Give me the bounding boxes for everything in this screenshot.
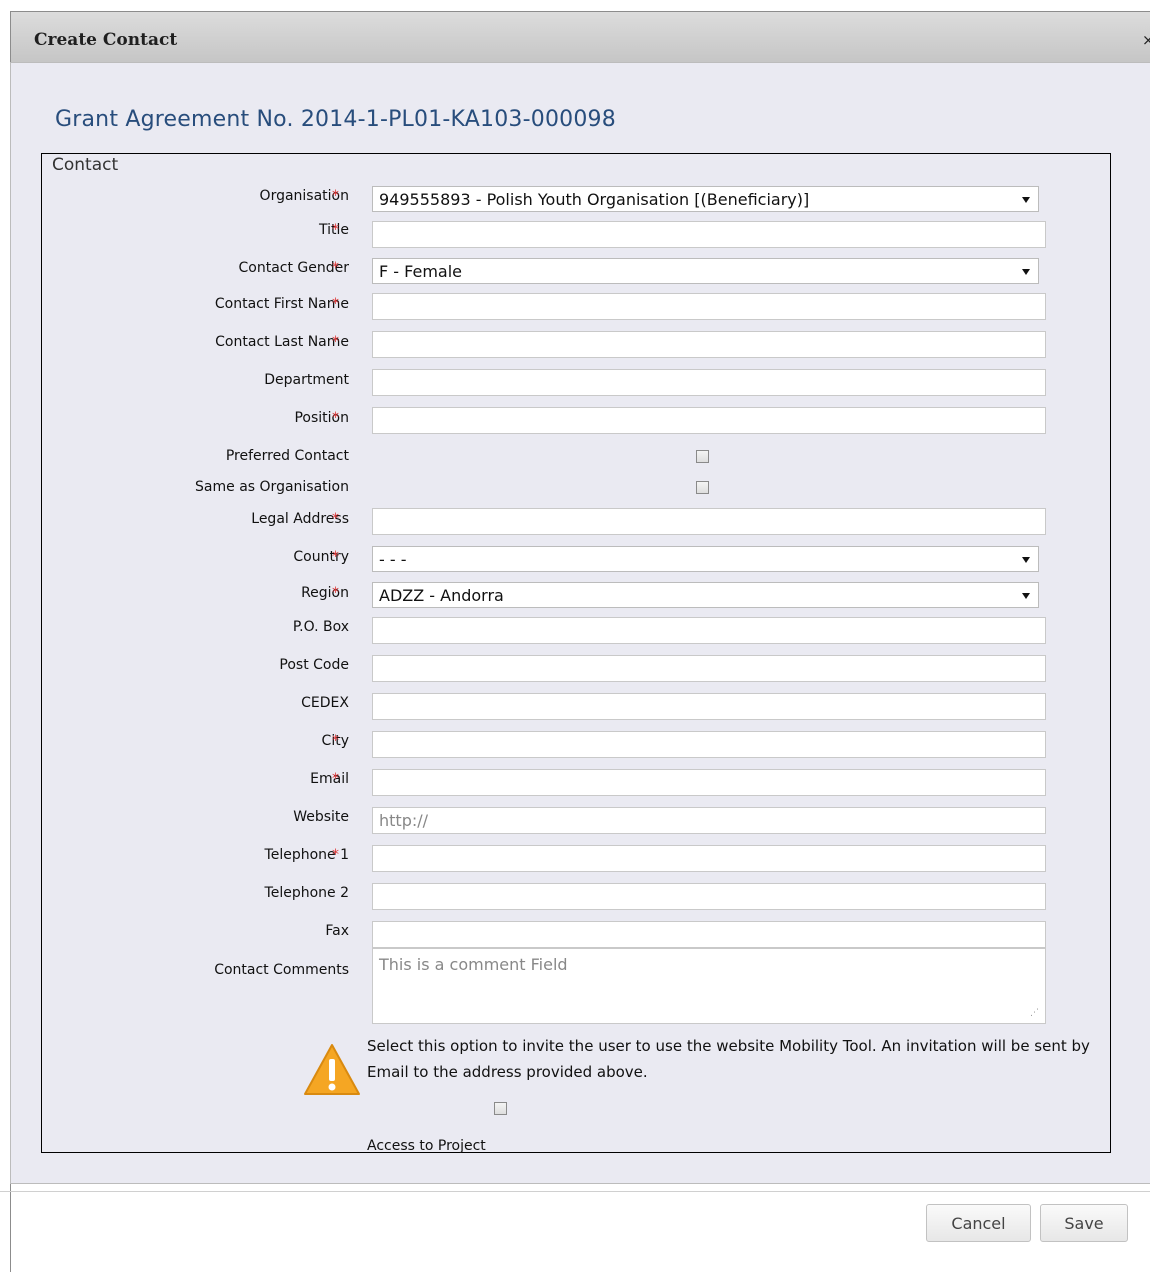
cedex-label: CEDEX [301, 695, 349, 711]
position-required-marker: * [332, 410, 339, 426]
invitation-text: Select this option to invite the user to… [367, 1037, 1090, 1081]
email-label: Email [310, 771, 349, 787]
fax-input[interactable] [372, 921, 1046, 948]
email-required-marker: * [332, 771, 339, 787]
country-select-value: - - - [379, 550, 407, 569]
po-box-input[interactable] [372, 617, 1046, 644]
access-to-project-label: Access to Project [367, 1138, 486, 1154]
email-input[interactable] [372, 769, 1046, 796]
telephone-1-required-marker: * [332, 847, 339, 863]
post-code-input[interactable] [372, 655, 1046, 682]
po-box-label: P.O. Box [292, 619, 349, 635]
city-required-marker: * [332, 733, 339, 749]
title-required-marker: * [332, 222, 339, 238]
close-icon[interactable]: × [1142, 31, 1150, 49]
resize-grip-icon[interactable]: ⋰ [1030, 1008, 1039, 1018]
access-to-project-checkbox[interactable] [494, 1102, 507, 1115]
department-label: Department [264, 372, 349, 388]
warning-icon [304, 1044, 360, 1095]
chevron-down-icon [1022, 593, 1030, 599]
legal-address-input[interactable] [372, 508, 1046, 535]
organisation-select-value: 949555893 - Polish Youth Organisation [(… [379, 190, 810, 209]
same-as-organisation-checkbox[interactable] [696, 481, 709, 494]
save-button[interactable]: Save [1040, 1204, 1128, 1242]
last-name-label: Contact Last Name [215, 334, 349, 350]
chevron-down-icon [1022, 197, 1030, 203]
contact-gender-select-value: F - Female [379, 262, 462, 281]
position-label: Position [294, 410, 349, 426]
city-input[interactable] [372, 731, 1046, 758]
same-as-organisation-label: Same as Organisation [195, 479, 349, 495]
legal-address-required-marker: * [332, 511, 339, 527]
chevron-down-icon [1022, 557, 1030, 563]
first-name-label: Contact First Name [214, 296, 349, 312]
last-name-required-marker: * [332, 334, 339, 350]
region-label: Region [301, 585, 349, 601]
telephone-1-input[interactable] [372, 845, 1046, 872]
fax-label: Fax [325, 923, 349, 939]
region-required-marker: * [332, 585, 339, 601]
cancel-button[interactable]: Cancel [926, 1204, 1031, 1242]
website-input[interactable] [372, 807, 1046, 834]
website-label: Website [293, 809, 349, 825]
footer-divider [0, 1191, 1150, 1192]
contact-gender-required-marker: * [332, 260, 339, 276]
region-select[interactable]: ADZZ - Andorra [372, 582, 1039, 608]
contact-comments-textarea[interactable] [372, 948, 1046, 1024]
country-select[interactable]: - - - [372, 546, 1039, 572]
title-input[interactable] [372, 221, 1046, 248]
chevron-down-icon [1022, 269, 1030, 275]
contact-legend: Contact [50, 155, 121, 175]
last-name-input[interactable] [372, 331, 1046, 358]
country-required-marker: * [332, 549, 339, 565]
post-code-label: Post Code [279, 657, 349, 673]
contact-comments-label: Contact Comments [214, 962, 349, 978]
first-name-input[interactable] [372, 293, 1046, 320]
dialog-titlebar: Create Contact × [11, 12, 1150, 67]
telephone-2-input[interactable] [372, 883, 1046, 910]
country-label: Country [293, 549, 349, 565]
first-name-required-marker: * [332, 296, 339, 312]
contact-gender-select[interactable]: F - Female [372, 258, 1039, 284]
organisation-select[interactable]: 949555893 - Polish Youth Organisation [(… [372, 186, 1039, 212]
grant-agreement-heading: Grant Agreement No. 2014-1-PL01-KA103-00… [55, 107, 616, 132]
cedex-input[interactable] [372, 693, 1046, 720]
organisation-required-marker: * [332, 188, 339, 204]
telephone-2-label: Telephone 2 [264, 885, 349, 901]
department-input[interactable] [372, 369, 1046, 396]
position-input[interactable] [372, 407, 1046, 434]
dialog-title: Create Contact [34, 30, 178, 50]
preferred-contact-label: Preferred Contact [225, 448, 349, 464]
region-select-value: ADZZ - Andorra [379, 586, 504, 605]
preferred-contact-checkbox[interactable] [696, 450, 709, 463]
